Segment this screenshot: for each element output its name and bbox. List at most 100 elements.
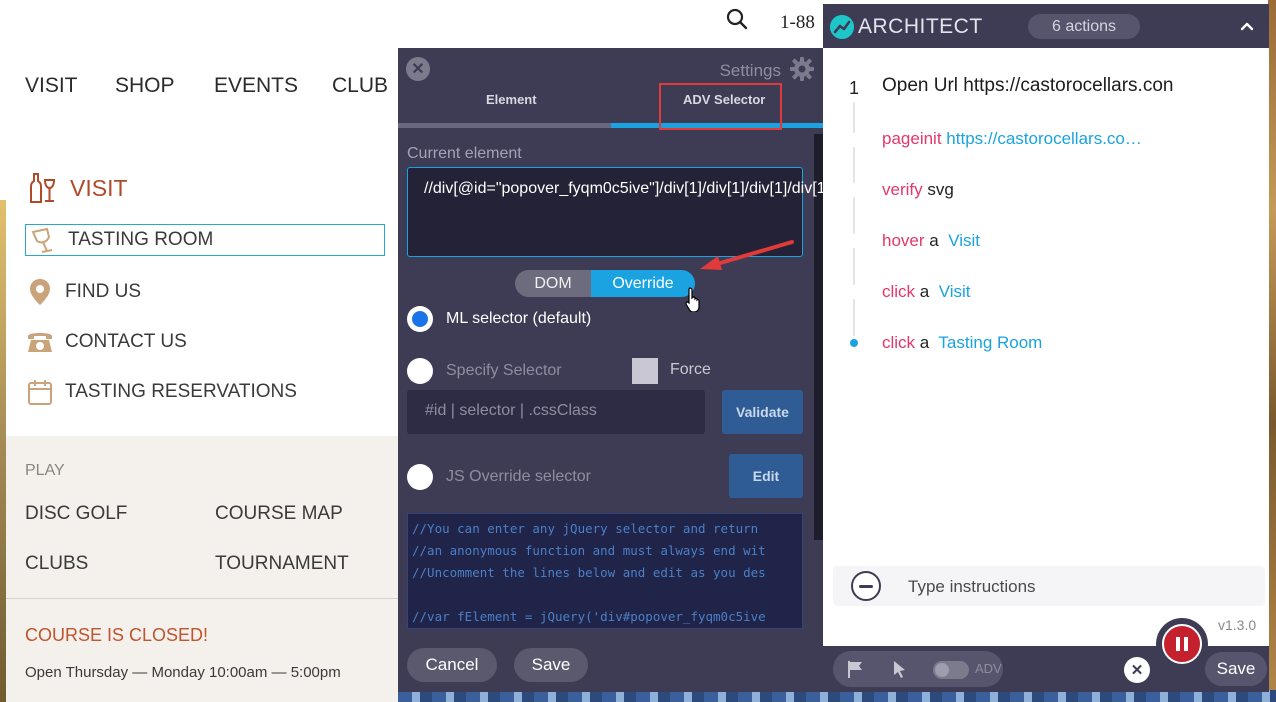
action-target: Visit (948, 231, 980, 250)
pause-recording-button[interactable] (1156, 618, 1208, 670)
code-line: //var fElement = jQuery('div#popover_fyq… (412, 609, 766, 624)
dom-toggle-button[interactable]: DOM (515, 270, 591, 297)
action-item[interactable]: pageinit https://castorocellars.co… (882, 129, 1142, 149)
play-item-course-map[interactable]: COURSE MAP (215, 503, 343, 525)
play-item-tournament[interactable]: TOURNAMENT (215, 553, 349, 575)
js-override-label: JS Override selector (446, 468, 591, 485)
background-photo (1268, 0, 1276, 702)
version-label: v1.3.0 (1218, 617, 1257, 633)
architect-panel: ARCHITECT 6 actions 1 Open Url https://c… (823, 4, 1269, 692)
architect-title: ARCHITECT (858, 15, 983, 38)
action-tag: a (919, 333, 930, 352)
dropdown-caret (38, 124, 62, 136)
instructions-input[interactable]: Type instructions (908, 577, 1036, 597)
course-closed-notice: COURSE IS CLOSED! (25, 625, 209, 645)
code-line: //an anonymous function and must always … (412, 543, 766, 558)
js-code-editor[interactable]: //You can enter any jQuery selector and … (407, 513, 803, 629)
instructions-bar (833, 566, 1265, 606)
code-line: //Uncomment the lines below and edit as … (412, 565, 766, 580)
action-item[interactable]: hover a Visit (882, 231, 980, 251)
actions-count-badge: 6 actions (1028, 14, 1140, 39)
play-item-clubs[interactable]: CLUBS (25, 553, 88, 575)
close-icon[interactable]: ✕ (406, 57, 430, 81)
ml-selector-label: ML selector (default) (446, 310, 592, 327)
chevron-up-icon[interactable] (1237, 16, 1257, 36)
js-override-radio[interactable] (407, 464, 433, 490)
nav-shop[interactable]: SHOP (115, 74, 175, 98)
timeline-dot (847, 234, 861, 248)
phone-number[interactable]: 1-88 (780, 12, 815, 34)
pause-icon (1162, 624, 1202, 664)
footer-tools: ADV (833, 651, 1003, 687)
timeline-dot (847, 183, 861, 197)
action-item[interactable]: click a Visit (882, 282, 971, 302)
menu-item-contact-us[interactable]: CONTACT US (25, 327, 187, 357)
visit-menu-title-text: VISIT (70, 174, 128, 201)
save-button[interactable]: Save (514, 648, 588, 682)
gear-icon[interactable] (789, 56, 815, 82)
cancel-button[interactable]: Cancel (407, 648, 497, 682)
settings-modal: ✕ Settings Element ADV Selector Current … (398, 48, 925, 692)
nav-events[interactable]: EVENTS (214, 74, 298, 98)
annotation-highlight-box (659, 83, 782, 130)
calendar-icon (25, 377, 55, 407)
override-toggle-button[interactable]: Override (591, 270, 695, 297)
minus-icon[interactable] (851, 571, 881, 601)
pointer-select-icon[interactable] (885, 655, 913, 683)
architect-logo-icon (830, 15, 854, 39)
current-element-label: Current element (407, 145, 522, 162)
wine-glass-icon (28, 225, 58, 255)
action-target: https://castorocellars.co… (946, 129, 1142, 148)
edit-button[interactable]: Edit (729, 454, 803, 498)
action-verb: hover (882, 231, 925, 250)
action-tag: a (929, 231, 939, 250)
save-button[interactable]: Save (1205, 652, 1267, 686)
action-tag: svg (927, 180, 954, 199)
tab-element[interactable]: Element (486, 92, 537, 107)
dom-override-toggle: DOM Override (515, 270, 695, 297)
force-checkbox[interactable] (632, 358, 658, 384)
menu-item-label: FIND US (65, 281, 141, 302)
search-icon[interactable] (726, 8, 748, 30)
action-item[interactable]: verify svg (882, 180, 954, 200)
timeline-dot (847, 133, 861, 147)
action-item[interactable]: click a Tasting Room (882, 333, 1042, 353)
menu-item-find-us[interactable]: FIND US (25, 277, 141, 307)
step-number: 1 (840, 74, 868, 102)
selector-input[interactable]: #id | selector | .cssClass (407, 390, 705, 434)
ml-selector-radio[interactable] (407, 306, 433, 332)
play-heading: PLAY (25, 462, 65, 479)
map-pin-icon (25, 277, 55, 307)
menu-item-label: CONTACT US (65, 331, 187, 352)
nav-club[interactable]: CLUB (332, 74, 388, 98)
architect-header: ARCHITECT 6 actions (823, 4, 1269, 48)
action-tag: a (919, 282, 930, 301)
play-item-disc-golf[interactable]: DISC GOLF (25, 503, 127, 525)
specify-selector-label: Specify Selector (446, 362, 562, 379)
adv-toggle[interactable] (933, 661, 969, 679)
code-line: //You can enter any jQuery selector and … (412, 521, 759, 536)
close-icon[interactable]: ✕ (1124, 657, 1150, 683)
divider (6, 598, 398, 599)
visit-menu-title: VISIT (26, 172, 128, 204)
specify-selector-radio[interactable] (407, 358, 433, 384)
telephone-icon (25, 327, 55, 357)
adv-label: ADV (975, 661, 1002, 676)
menu-item-tasting-room[interactable]: TASTING ROOM (25, 224, 385, 256)
flag-icon[interactable] (841, 655, 869, 683)
action-verb: click (882, 282, 916, 301)
action-verb: pageinit (882, 129, 942, 148)
opening-hours: Open Thursday — Monday 10:00am — 5:00pm (25, 664, 341, 681)
validate-button[interactable]: Validate (722, 390, 803, 434)
force-label: Force (670, 361, 711, 378)
action-verb: verify (882, 180, 923, 199)
annotation-arrow (700, 240, 794, 270)
nav-visit[interactable]: VISIT (25, 74, 78, 98)
step-title[interactable]: Open Url https://castorocellars.con (882, 75, 1173, 97)
timeline-dot (847, 285, 861, 299)
timeline-dot-active (847, 336, 861, 350)
action-target: Tasting Room (938, 333, 1043, 352)
action-target: Visit (938, 282, 971, 301)
menu-item-tasting-reservations[interactable]: TASTING RESERVATIONS (25, 377, 297, 407)
